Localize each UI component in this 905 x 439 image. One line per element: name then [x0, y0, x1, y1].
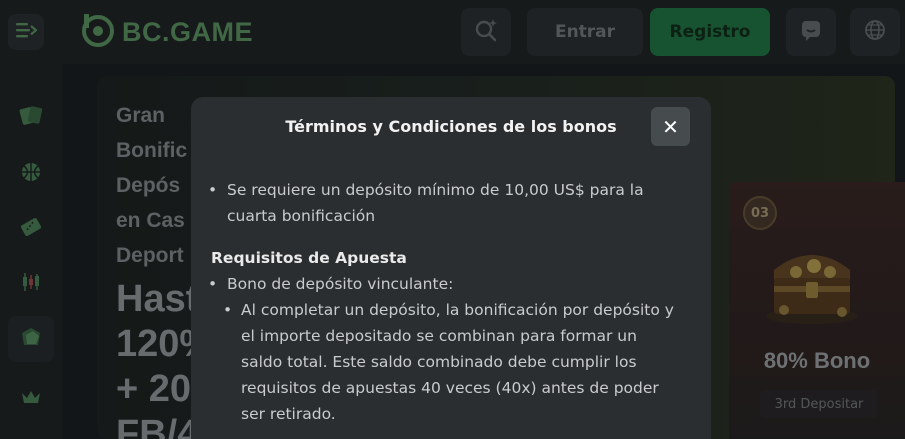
section-heading: Requisitos de Apuesta — [211, 249, 407, 267]
modal-title: Términos y Condiciones de los bonos — [285, 117, 617, 136]
terms-bullet: Se requiere un depósito mínimo de 10,00 … — [205, 177, 675, 229]
modal-body: Se requiere un depósito mínimo de 10,00 … — [205, 177, 675, 427]
terms-sub-bullet: Al completar un depósito, la bonificació… — [205, 297, 675, 427]
terms-bullet: Bono de depósito vinculante: — [205, 271, 675, 297]
bonus-terms-modal: Términos y Condiciones de los bonos ✕ Se… — [191, 97, 711, 439]
app-root: BC.GAME Entrar Registro Gran Bonific Dep… — [0, 0, 905, 439]
close-button[interactable]: ✕ — [651, 107, 690, 146]
close-icon: ✕ — [662, 114, 679, 139]
